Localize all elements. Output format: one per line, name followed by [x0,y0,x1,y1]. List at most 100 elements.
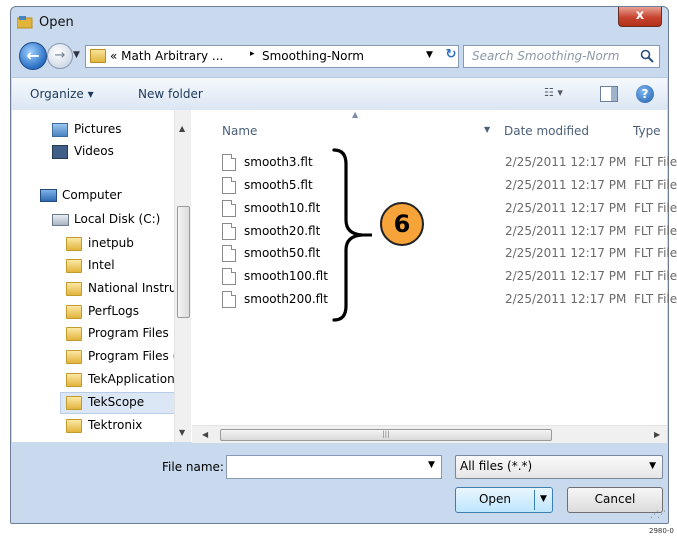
pictures-icon [52,123,68,137]
file-icon [222,245,236,262]
open-options-dropdown-icon[interactable]: ▼ [540,494,547,504]
address-dropdown-icon[interactable]: ▼ [426,50,433,60]
figure-id: 2980-0 [649,527,674,535]
breadcrumb-smoothing-norm[interactable]: Smoothing-Norm [262,49,364,63]
file-name: smooth50.flt [244,246,321,260]
file-date: 2/25/2011 12:17 PM [505,178,627,192]
column-header-name[interactable]: Name [222,124,257,138]
file-name: smooth100.flt [244,269,328,283]
recent-pages-dropdown-icon[interactable]: ▼ [73,50,80,60]
file-icon [222,268,236,285]
scroll-left-arrow-icon[interactable]: ◀ [202,430,208,439]
file-list-horizontal-scrollbar[interactable]: ◀ ||| ▶ [192,425,667,443]
file-name-label: File name: [162,460,224,474]
callout-bracket [332,148,372,322]
nav-item-label: Local Disk (C:) [74,212,161,226]
nav-item-label: Computer [62,188,122,202]
file-name: smooth3.flt [244,155,313,169]
file-name: smooth5.flt [244,178,313,192]
folder-icon [66,396,82,410]
nav-item-label: Tektronix [88,418,143,432]
change-view-icon[interactable]: ☷ ▾ [544,86,578,102]
back-arrow-icon[interactable]: ← [19,42,47,70]
folder-icon [66,419,82,433]
main-area: Pictures Videos Computer Local Disk (C:)… [12,110,677,443]
column-header-date-modified[interactable]: Date modified [504,124,589,138]
horizontal-scroll-thumb[interactable]: ||| [220,429,552,441]
organize-button[interactable]: Organize ▾ [30,87,94,101]
nav-item-label: Program Files ( [88,349,174,363]
address-bar[interactable]: « Math Arbitrary ... ▸ Smoothing-Norm ▼ … [85,45,459,68]
scroll-up-arrow-icon[interactable]: ▲ [179,124,185,133]
breadcrumb-math-arbitrary[interactable]: « Math Arbitrary ... [110,49,223,63]
file-name: smooth20.flt [244,224,321,238]
folder-icon [66,305,82,319]
file-name-input[interactable] [226,455,442,479]
file-type: FLT File [634,155,677,169]
file-date: 2/25/2011 12:17 PM [505,269,627,283]
column-filter-dropdown-icon[interactable]: ▼ [484,125,490,134]
file-type: FLT File [634,292,677,306]
file-type: FLT File [634,201,677,215]
file-icon [222,291,236,308]
folder-icon [66,327,82,341]
computer-icon [40,189,57,202]
file-row[interactable]: smooth50.flt 2/25/2011 12:17 PM FLT File [222,243,677,265]
navigation-pane: Pictures Videos Computer Local Disk (C:)… [12,110,174,442]
column-header-type[interactable]: Type [633,124,661,138]
command-bar: Organize ▾ New folder ☷ ▾ ? [12,77,667,111]
file-row[interactable]: smooth3.flt 2/25/2011 12:17 PM FLT File [222,152,677,174]
file-type: FLT File [634,178,677,192]
disk-icon [52,214,69,226]
file-icon [222,223,236,240]
file-icon [222,177,236,194]
file-row[interactable]: smooth10.flt 2/25/2011 12:17 PM FLT File [222,198,677,220]
chevron-down-icon: ▼ [649,461,656,471]
window-title: Open [39,15,74,30]
file-name: smooth10.flt [244,201,321,215]
vertical-scroll-thumb[interactable] [177,206,190,318]
open-dialog-icon [16,15,33,29]
file-row[interactable]: smooth5.flt 2/25/2011 12:17 PM FLT File [222,175,677,197]
nav-item-label: TekApplication [88,372,174,386]
videos-icon [52,145,68,159]
scroll-right-arrow-icon[interactable]: ▶ [654,430,660,439]
search-box[interactable]: Search Smoothing-Norm [463,45,660,68]
file-row[interactable]: smooth200.flt 2/25/2011 12:17 PM FLT Fil… [222,289,677,311]
open-button[interactable]: Open ▼ [455,487,553,513]
file-name-dropdown-icon[interactable]: ▼ [428,460,435,470]
nav-item-label: National Instru [88,281,174,295]
title-bar: Open x [11,7,668,37]
breadcrumb-separator-icon[interactable]: ▸ [250,49,255,59]
file-type-filter-value: All files (*.*) [460,459,533,473]
scroll-down-arrow-icon[interactable]: ▼ [179,428,185,437]
preview-pane-icon[interactable] [600,86,618,102]
forward-arrow-icon[interactable]: → [47,43,73,69]
file-row[interactable]: smooth100.flt 2/25/2011 12:17 PM FLT Fil… [222,266,677,288]
file-date: 2/25/2011 12:17 PM [505,201,627,215]
search-icon[interactable] [640,49,654,63]
folder-icon [66,350,82,364]
nav-item-label: PerfLogs [88,304,140,318]
file-date: 2/25/2011 12:17 PM [505,246,627,260]
dialog-footer: File name: ▼ All files (*.*) ▼ Open ▼ Ca… [12,443,667,523]
file-list: ▲ Name ▼ Date modified Type smooth3.flt … [192,110,677,425]
nav-item-label: Program Files [88,326,169,340]
navigation-vertical-scrollbar[interactable]: ▲ ▼ [174,110,191,442]
cancel-button-label: Cancel [594,492,636,506]
address-row: ← → ▼ « Math Arbitrary ... ▸ Smoothing-N… [11,41,668,71]
callout-number-badge: 6 [380,202,424,246]
resize-grip-icon[interactable]: ⋰⋰ [650,510,666,520]
nav-item-label: Intel [88,258,115,272]
sort-ascending-icon: ▲ [352,110,359,119]
new-folder-button[interactable]: New folder [138,87,203,101]
close-button[interactable]: x [618,7,662,27]
split-divider [534,490,535,510]
nav-item-label: Pictures [74,122,122,136]
refresh-icon[interactable]: ↻ [444,47,458,65]
file-row[interactable]: smooth20.flt 2/25/2011 12:17 PM FLT File [222,221,677,243]
file-type: FLT File [634,246,677,260]
help-icon[interactable]: ? [636,85,654,103]
cancel-button[interactable]: Cancel [567,487,663,513]
file-type-filter-select[interactable]: All files (*.*) ▼ [455,455,663,479]
